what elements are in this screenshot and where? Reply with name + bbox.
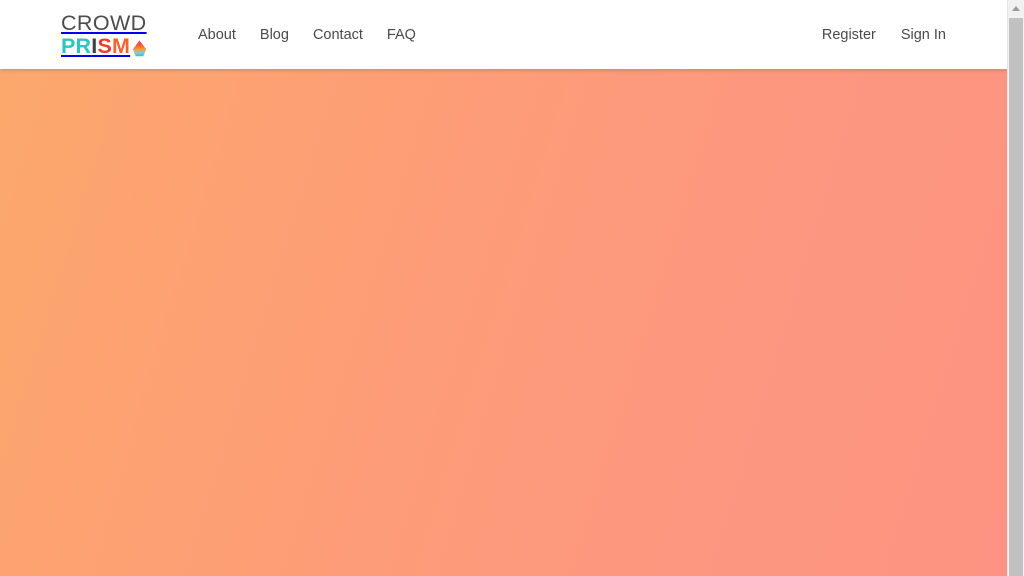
brand-letter-r: R xyxy=(75,34,92,59)
scroll-up-arrow-icon xyxy=(1012,6,1020,11)
hero-banner xyxy=(0,69,1007,576)
nav-link-blog[interactable]: Blog xyxy=(259,25,290,45)
brand-letter-m: M xyxy=(112,34,131,59)
main-navigation: About Blog Contact FAQ xyxy=(197,0,417,69)
brand-logo-prisma: P R I S M xyxy=(61,36,153,58)
brand-letter-s: S xyxy=(97,34,113,59)
account-navigation: Register Sign In xyxy=(821,0,947,69)
nav-link-register[interactable]: Register xyxy=(821,25,877,45)
nav-link-faq[interactable]: FAQ xyxy=(386,25,417,45)
scrollbar-thumb[interactable] xyxy=(1009,18,1023,576)
nav-link-about[interactable]: About xyxy=(197,25,237,45)
scroll-up-button[interactable] xyxy=(1008,0,1024,17)
browser-viewport: CROWD P R I S M About Blog Contact FAQ R… xyxy=(0,0,1007,576)
brand-letter-p: P xyxy=(61,34,76,59)
vertical-scrollbar[interactable] xyxy=(1007,0,1024,576)
brand-logo-crowd: CROWD xyxy=(61,11,147,35)
nav-link-signin[interactable]: Sign In xyxy=(900,25,947,45)
prism-droplet-icon xyxy=(132,40,147,57)
site-header: CROWD P R I S M About Blog Contact FAQ R… xyxy=(0,0,1007,69)
brand-logo[interactable]: CROWD P R I S M xyxy=(61,11,153,58)
nav-link-contact[interactable]: Contact xyxy=(312,25,364,45)
